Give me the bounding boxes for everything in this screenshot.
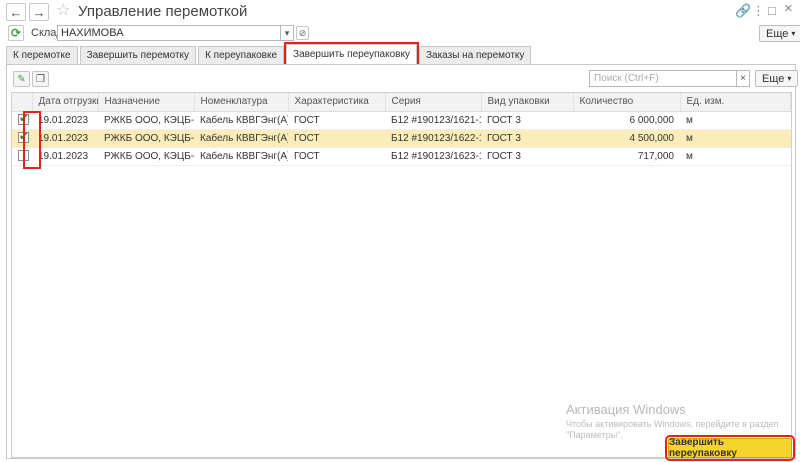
column-header-purpose[interactable]: Назначение bbox=[98, 93, 195, 112]
more-button[interactable]: Еще ▾ bbox=[759, 25, 800, 42]
cell-characteristic: ГОСТ bbox=[288, 111, 385, 130]
title-bar: ← → ☆ Управление перемоткой 🔗 ⋮ □ × bbox=[0, 0, 800, 24]
cell-item: Кабель КВВГЭнг(А)-... bbox=[194, 129, 288, 148]
cell-date: 19.01.2023 bbox=[32, 129, 98, 148]
activation-watermark-title: Активация Windows bbox=[566, 402, 686, 417]
tab-finish-rewind[interactable]: Завершить перемотку bbox=[79, 46, 197, 64]
forward-arrow-icon: → bbox=[32, 4, 46, 20]
refresh-button[interactable]: ⟳ bbox=[8, 25, 24, 41]
search-input[interactable] bbox=[589, 70, 737, 87]
more-menu-icon[interactable]: ⋮ bbox=[752, 4, 765, 18]
cell-quantity: 4 500,000 bbox=[573, 129, 680, 148]
cell-characteristic: ГОСТ bbox=[288, 129, 385, 148]
select-all-button[interactable]: ✎ bbox=[13, 71, 30, 87]
table-row[interactable]: 19.01.2023 РЖКБ ООО, КЭЦБ-... Кабель КВВ… bbox=[12, 129, 791, 148]
cell-item: Кабель КВВГЭнг(А)-... bbox=[194, 147, 288, 166]
page-title: Управление перемоткой bbox=[78, 3, 248, 20]
cell-unit: м bbox=[680, 111, 791, 130]
cell-series: Б12 #190123/1623-1... bbox=[385, 147, 481, 166]
column-header-series[interactable]: Серия bbox=[385, 93, 482, 112]
row-checkbox[interactable] bbox=[18, 129, 29, 144]
refresh-icon: ⟳ bbox=[10, 26, 22, 40]
cell-quantity: 717,000 bbox=[573, 147, 680, 166]
column-header-quantity[interactable]: Количество bbox=[573, 93, 681, 112]
column-header-check bbox=[12, 93, 33, 112]
close-icon: × bbox=[740, 73, 746, 84]
column-header-unit[interactable]: Ед. изм. bbox=[680, 93, 791, 112]
table-header: Дата отгрузки Назначение Номенклатура Ха… bbox=[12, 93, 791, 112]
table-row[interactable]: 19.01.2023 РЖКБ ООО, КЭЦБ-... Кабель КВВ… bbox=[12, 111, 791, 130]
tab-finish-repack[interactable]: Завершить переупаковку bbox=[284, 42, 419, 66]
warehouse-input[interactable]: НАХИМОВА bbox=[57, 25, 281, 41]
more-button-label: Еще bbox=[762, 72, 785, 85]
cell-item: Кабель КВВГЭнг(А)-... bbox=[194, 111, 288, 130]
cell-date: 19.01.2023 bbox=[32, 111, 98, 130]
cell-characteristic: ГОСТ bbox=[288, 147, 385, 166]
back-arrow-icon: ← bbox=[9, 4, 23, 20]
row-checkbox[interactable] bbox=[18, 150, 29, 162]
cell-purpose: РЖКБ ООО, КЭЦБ-... bbox=[98, 147, 194, 166]
column-header-date[interactable]: Дата отгрузки bbox=[32, 93, 99, 112]
cell-package: ГОСТ 3 bbox=[481, 129, 573, 148]
forward-button[interactable]: → bbox=[29, 3, 49, 21]
chevron-down-icon: ▾ bbox=[791, 29, 796, 38]
cell-series: Б12 #190123/1621-1... bbox=[385, 111, 481, 130]
tab-panel: ✎ ❐ × Еще ▾ Дата отгрузки Назначение Ном… bbox=[6, 64, 799, 459]
cell-date: 19.01.2023 bbox=[32, 147, 98, 166]
row-checkbox[interactable] bbox=[18, 111, 29, 126]
more-button-label: Еще bbox=[766, 27, 789, 40]
close-icon[interactable]: × bbox=[784, 1, 793, 16]
cell-unit: м bbox=[680, 129, 791, 148]
cell-series: Б12 #190123/1622-1... bbox=[385, 129, 481, 148]
column-header-characteristic[interactable]: Характеристика bbox=[288, 93, 386, 112]
cell-package: ГОСТ 3 bbox=[481, 147, 573, 166]
chevron-down-icon: ▾ bbox=[787, 74, 792, 83]
dropdown-arrow-icon: ▾ bbox=[284, 27, 290, 38]
check-all-icon: ✎ bbox=[17, 73, 26, 85]
table-row[interactable]: 19.01.2023 РЖКБ ООО, КЭЦБ-... Кабель КВВ… bbox=[12, 147, 791, 166]
copy-icon: ❐ bbox=[36, 73, 45, 85]
cell-unit: м bbox=[680, 147, 791, 166]
cell-quantity: 6 000,000 bbox=[573, 111, 680, 130]
warehouse-dropdown-button[interactable]: ▾ bbox=[281, 25, 294, 41]
tab-to-rewind[interactable]: К перемотке bbox=[6, 46, 78, 64]
finish-repack-button[interactable]: Завершить переупаковку bbox=[665, 435, 795, 461]
link-icon[interactable]: 🔗 bbox=[735, 4, 751, 18]
back-button[interactable]: ← bbox=[6, 3, 26, 21]
table-more-button[interactable]: Еще ▾ bbox=[755, 70, 799, 87]
tab-to-repack[interactable]: К переупаковке bbox=[198, 46, 285, 64]
favorite-star-icon[interactable]: ☆ bbox=[56, 2, 70, 20]
column-header-item[interactable]: Номенклатура bbox=[194, 93, 289, 112]
maximize-icon[interactable]: □ bbox=[768, 4, 776, 18]
tab-bar: К перемотке Завершить перемотку К переуп… bbox=[6, 42, 533, 66]
link-icon: ⊘ bbox=[298, 27, 307, 38]
cell-purpose: РЖКБ ООО, КЭЦБ-... bbox=[98, 129, 194, 148]
cell-purpose: РЖКБ ООО, КЭЦБ-... bbox=[98, 111, 194, 130]
cell-package: ГОСТ 3 bbox=[481, 111, 573, 130]
warehouse-open-button[interactable]: ⊘ bbox=[296, 26, 309, 40]
column-header-package[interactable]: Вид упаковки bbox=[481, 93, 574, 112]
search-clear-button[interactable]: × bbox=[736, 70, 750, 87]
tab-rewind-orders[interactable]: Заказы на перемотку bbox=[418, 46, 532, 64]
copy-button[interactable]: ❐ bbox=[32, 71, 49, 87]
